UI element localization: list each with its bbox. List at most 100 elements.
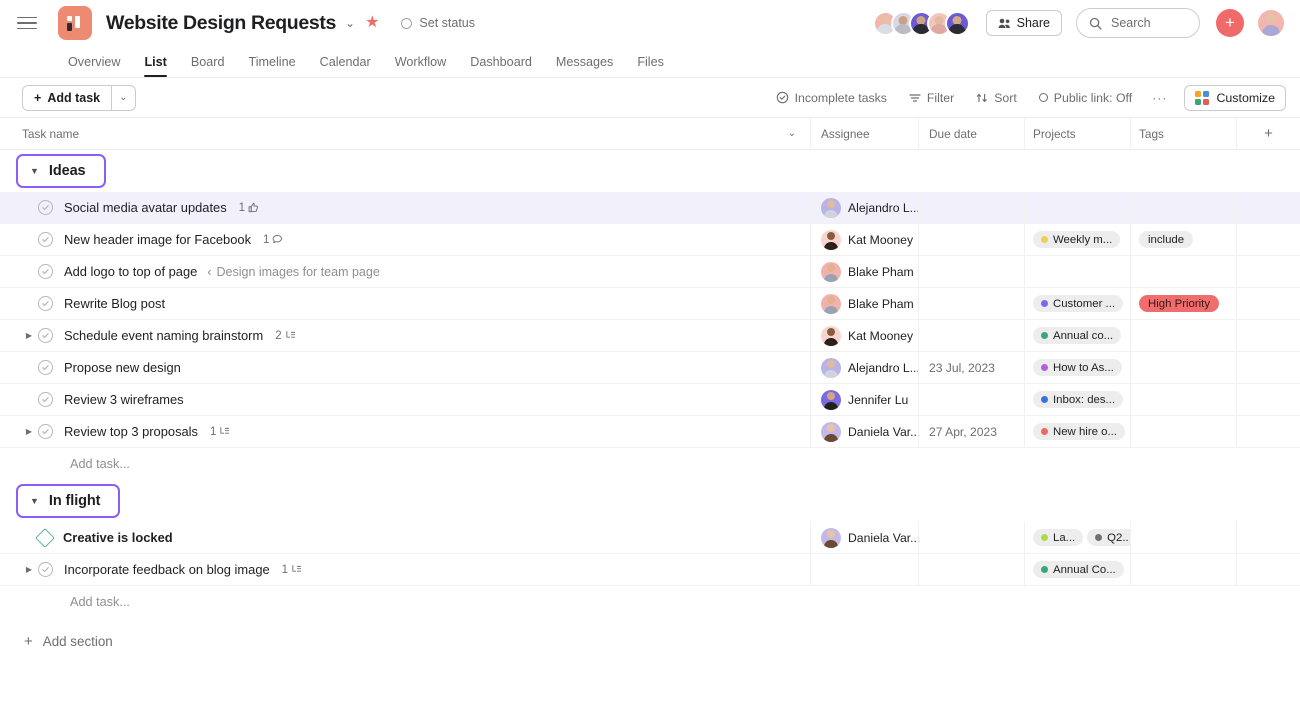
tab-timeline[interactable]: Timeline bbox=[236, 55, 307, 77]
create-button[interactable]: + bbox=[1216, 9, 1244, 37]
complete-task-checkbox[interactable] bbox=[38, 296, 53, 311]
table-row[interactable]: ▶ Schedule event naming brainstorm 2 Kat Mo… bbox=[0, 320, 1300, 352]
complete-task-checkbox[interactable] bbox=[38, 328, 53, 343]
cell-projects[interactable]: Weekly m... bbox=[1024, 224, 1130, 255]
project-pill[interactable]: Q2.. bbox=[1087, 529, 1130, 546]
cell-assignee[interactable]: Blake Pham bbox=[810, 288, 918, 319]
project-pill[interactable]: Inbox: des... bbox=[1033, 391, 1124, 408]
cell-projects[interactable]: New hire o... bbox=[1024, 416, 1130, 447]
cell-task-name[interactable]: ▶Review 3 wireframes bbox=[0, 384, 810, 415]
cell-tags[interactable] bbox=[1130, 256, 1236, 287]
cell-task-name[interactable]: ▶Rewrite Blog post bbox=[0, 288, 810, 319]
tab-workflow[interactable]: Workflow bbox=[383, 55, 459, 77]
complete-task-checkbox[interactable] bbox=[38, 392, 53, 407]
cell-assignee[interactable]: Alejandro L... bbox=[810, 352, 920, 383]
cell-task-name[interactable]: ▶ Review top 3 proposals 1 bbox=[0, 416, 810, 447]
project-pill[interactable]: New hire o... bbox=[1033, 423, 1125, 440]
section-toggle[interactable]: ▼ Ideas bbox=[16, 154, 106, 188]
column-header-projects[interactable]: Projects bbox=[1024, 118, 1130, 149]
cell-projects[interactable]: Customer ... bbox=[1024, 288, 1130, 319]
table-row[interactable]: ▶Creative is locked Daniela Var... La... Q2… bbox=[0, 522, 1300, 554]
cell-due-date[interactable] bbox=[918, 522, 1024, 553]
customize-button[interactable]: Customize bbox=[1184, 84, 1286, 111]
cell-task-name[interactable]: ▶Creative is locked bbox=[0, 522, 810, 553]
project-pill[interactable]: Annual co... bbox=[1033, 327, 1122, 344]
cell-due-date[interactable]: 27 Apr, 2023 bbox=[918, 416, 1024, 447]
cell-due-date[interactable] bbox=[918, 384, 1024, 415]
complete-task-checkbox[interactable] bbox=[38, 424, 53, 439]
chevron-down-icon[interactable]: ⌄ bbox=[345, 16, 355, 30]
more-options-button[interactable]: ··· bbox=[1143, 86, 1176, 110]
project-pill[interactable]: La... bbox=[1033, 529, 1084, 546]
cell-due-date[interactable] bbox=[918, 288, 1024, 319]
cell-projects[interactable]: Annual co... bbox=[1024, 320, 1130, 351]
complete-task-checkbox[interactable] bbox=[38, 360, 53, 375]
add-section-button[interactable]: + Add section bbox=[0, 618, 1300, 664]
tab-messages[interactable]: Messages bbox=[544, 55, 625, 77]
cell-due-date[interactable] bbox=[918, 320, 1024, 351]
project-pill[interactable]: Customer ... bbox=[1033, 295, 1124, 312]
cell-task-name[interactable]: ▶Social media avatar updates1 bbox=[0, 192, 810, 223]
expand-subtasks-icon[interactable]: ▶ bbox=[22, 427, 36, 436]
cell-assignee[interactable]: Blake Pham bbox=[810, 256, 918, 287]
cell-assignee[interactable] bbox=[810, 554, 918, 585]
column-header-task-name[interactable]: Task name ⌄ bbox=[0, 118, 810, 149]
tab-board[interactable]: Board bbox=[179, 55, 237, 77]
cell-due-date[interactable]: 23 Jul, 2023 bbox=[918, 352, 1024, 383]
cell-assignee[interactable]: Kat Mooney bbox=[810, 224, 918, 255]
tab-overview[interactable]: Overview bbox=[56, 55, 132, 77]
cell-tags[interactable] bbox=[1130, 320, 1236, 351]
table-row[interactable]: ▶Add logo to top of page‹Design images f… bbox=[0, 256, 1300, 288]
cell-tags[interactable] bbox=[1130, 416, 1236, 447]
project-pill[interactable]: Weekly m... bbox=[1033, 231, 1121, 248]
filter-button[interactable]: Filter bbox=[898, 86, 965, 110]
cell-assignee[interactable]: Alejandro L... bbox=[810, 192, 920, 223]
tag-badge[interactable]: High Priority bbox=[1139, 295, 1220, 312]
avatar[interactable] bbox=[1258, 10, 1284, 36]
complete-task-checkbox[interactable] bbox=[38, 264, 53, 279]
share-button[interactable]: Share bbox=[985, 10, 1062, 36]
cell-assignee[interactable]: Kat Mooney bbox=[810, 320, 918, 351]
cell-tags[interactable]: High Priority bbox=[1130, 288, 1236, 319]
caret-down-icon[interactable]: ▼ bbox=[30, 166, 39, 176]
expand-subtasks-icon[interactable]: ▶ bbox=[22, 565, 36, 574]
table-row[interactable]: ▶ Incorporate feedback on blog image 1 Annu… bbox=[0, 554, 1300, 586]
project-pill[interactable]: How to As... bbox=[1033, 359, 1122, 376]
cell-task-name[interactable]: ▶ Schedule event naming brainstorm 2 bbox=[0, 320, 810, 351]
caret-down-icon[interactable]: ▼ bbox=[30, 496, 39, 506]
cell-due-date[interactable] bbox=[918, 554, 1024, 585]
column-header-tags[interactable]: Tags bbox=[1130, 118, 1236, 149]
complete-task-checkbox[interactable] bbox=[38, 200, 53, 215]
cell-tags[interactable]: include bbox=[1130, 224, 1236, 255]
section-toggle[interactable]: ▼ In flight bbox=[16, 484, 121, 518]
complete-task-checkbox[interactable] bbox=[38, 232, 53, 247]
cell-projects[interactable]: How to As... bbox=[1024, 352, 1130, 383]
cell-due-date[interactable] bbox=[918, 224, 1024, 255]
cell-due-date[interactable] bbox=[918, 256, 1024, 287]
cell-projects[interactable]: Inbox: des... bbox=[1024, 384, 1130, 415]
tab-calendar[interactable]: Calendar bbox=[308, 55, 383, 77]
column-header-assignee[interactable]: Assignee bbox=[810, 118, 918, 149]
cell-assignee[interactable]: Daniela Var... bbox=[810, 522, 920, 553]
table-row[interactable]: ▶ Review top 3 proposals 1 Daniela Var... 27… bbox=[0, 416, 1300, 448]
column-header-due-date[interactable]: Due date bbox=[918, 118, 1024, 149]
add-task-button[interactable]: + Add task bbox=[22, 84, 112, 111]
tag-badge[interactable]: include bbox=[1139, 231, 1194, 248]
cell-projects[interactable] bbox=[1024, 192, 1130, 223]
search-input[interactable]: Search bbox=[1076, 8, 1200, 38]
tab-list[interactable]: List bbox=[132, 55, 178, 77]
cell-task-name[interactable]: ▶ Incorporate feedback on blog image 1 bbox=[0, 554, 810, 585]
parent-task-reference[interactable]: ‹ Design images for team page bbox=[207, 265, 379, 279]
table-row[interactable]: ▶Social media avatar updates1Alejandro L… bbox=[0, 192, 1300, 224]
cell-tags[interactable] bbox=[1130, 554, 1236, 585]
hamburger-icon[interactable] bbox=[14, 10, 40, 36]
star-icon[interactable]: ★ bbox=[365, 15, 379, 31]
cell-projects[interactable]: Annual Co... bbox=[1024, 554, 1130, 585]
public-link-button[interactable]: Public link: Off bbox=[1028, 86, 1143, 110]
set-status-button[interactable]: Set status bbox=[401, 16, 475, 30]
project-pill[interactable]: Annual Co... bbox=[1033, 561, 1124, 578]
cell-tags[interactable] bbox=[1130, 352, 1236, 383]
cell-tags[interactable] bbox=[1130, 522, 1236, 553]
cell-tags[interactable] bbox=[1130, 384, 1236, 415]
cell-projects[interactable]: La... Q2.. bbox=[1024, 522, 1130, 553]
